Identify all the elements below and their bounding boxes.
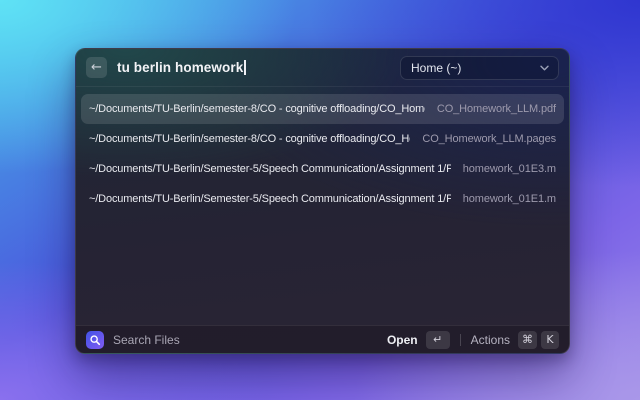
footer-separator [459, 333, 461, 346]
result-row[interactable]: ~/Documents/TU-Berlin/Semester-5/Speech … [81, 184, 564, 214]
footer-actions: Open ↵ Actions ⌘ K [387, 330, 559, 349]
footer: Search Files Open ↵ Actions ⌘ K [76, 325, 569, 353]
search-input[interactable]: tu berlin homework [117, 60, 400, 75]
results-list: ~/Documents/TU-Berlin/semester-8/CO - co… [76, 87, 569, 214]
scope-dropdown-value: Home (~) [411, 60, 462, 75]
footer-app: Search Files [86, 330, 180, 349]
footer-app-name: Search Files [113, 332, 180, 347]
search-files-app-icon [86, 330, 104, 349]
result-row[interactable]: ~/Documents/TU-Berlin/semester-8/CO - co… [81, 94, 564, 124]
enter-key-badge: ↵ [425, 330, 450, 349]
empty-results-area [76, 214, 569, 325]
desktop: { "window": { "header": { "back_icon": "… [0, 0, 640, 400]
result-row[interactable]: ~/Documents/TU-Berlin/Semester-5/Speech … [81, 154, 564, 184]
k-key-badge: K [541, 330, 559, 349]
magnifier-icon [90, 334, 101, 345]
search-query-text: tu berlin homework [117, 60, 244, 75]
scope-dropdown[interactable]: Home (~) [400, 55, 559, 80]
text-caret [244, 60, 246, 75]
result-filename: CO_Homework_LLM.pages [422, 133, 556, 145]
back-arrow-icon: ← [91, 60, 102, 75]
result-filename: homework_01E3.m [462, 163, 556, 175]
open-action-button[interactable]: Open [387, 333, 418, 347]
actions-menu-button[interactable]: Actions [471, 333, 510, 347]
result-row[interactable]: ~/Documents/TU-Berlin/semester-8/CO - co… [81, 124, 564, 154]
result-filename: homework_01E1.m [462, 193, 556, 205]
desktop-wallpaper: ← tu berlin homework Home (~) ~/Document… [0, 0, 640, 400]
back-button[interactable]: ← [86, 57, 107, 78]
result-path: ~/Documents/TU-Berlin/Semester-5/Speech … [89, 163, 451, 175]
chevron-down-icon [540, 65, 549, 71]
cmd-key-badge: ⌘ [518, 330, 537, 349]
result-path: ~/Documents/TU-Berlin/Semester-5/Speech … [89, 193, 451, 205]
result-filename: CO_Homework_LLM.pdf [436, 103, 556, 115]
result-path: ~/Documents/TU-Berlin/semester-8/CO - co… [89, 133, 411, 145]
search-header: ← tu berlin homework Home (~) [76, 49, 569, 87]
result-path: ~/Documents/TU-Berlin/semester-8/CO - co… [89, 103, 425, 115]
launcher-window: ← tu berlin homework Home (~) ~/Document… [75, 48, 570, 354]
